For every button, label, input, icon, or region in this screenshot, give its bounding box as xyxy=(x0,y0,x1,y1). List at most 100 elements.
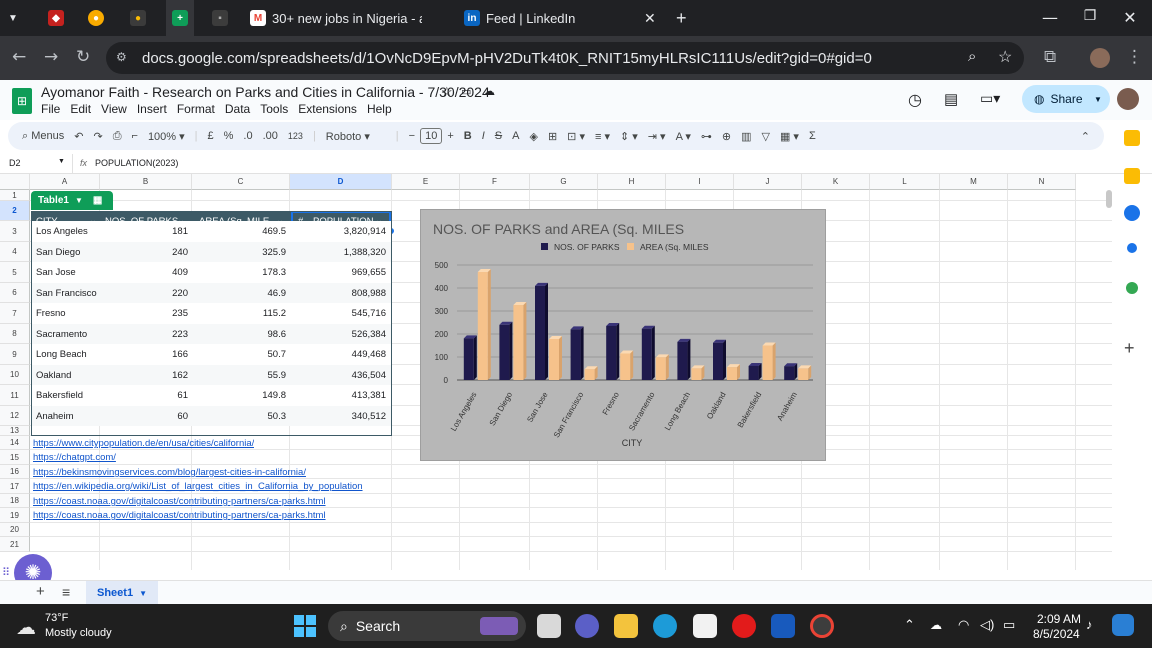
decrease-font-icon[interactable]: − xyxy=(404,130,420,142)
table-cell[interactable]: 50.7 xyxy=(192,349,287,360)
store-icon[interactable] xyxy=(693,614,717,638)
table-cell[interactable]: 162 xyxy=(100,370,188,381)
wrap-icon[interactable]: ⇥ ▾ xyxy=(643,130,671,143)
comment-icon[interactable]: ▤ xyxy=(944,90,958,108)
row-header-2[interactable]: 2 xyxy=(0,201,30,221)
table-cell[interactable]: 969,655 xyxy=(290,267,386,278)
more-formats-button[interactable]: 123 xyxy=(283,131,308,141)
column-header-i[interactable]: I xyxy=(666,174,734,190)
row-header-9[interactable]: 9 xyxy=(0,344,30,365)
bold-button[interactable]: B xyxy=(459,130,477,142)
account-avatar[interactable] xyxy=(1117,88,1139,110)
history-icon[interactable]: ◷ xyxy=(908,90,922,110)
table-cell[interactable]: 60 xyxy=(100,411,188,422)
close-icon[interactable]: ✕ xyxy=(644,10,656,27)
windows-start-icon[interactable] xyxy=(294,615,316,637)
copilot-icon[interactable] xyxy=(1112,614,1134,636)
row-header-8[interactable]: 8 xyxy=(0,324,30,344)
tab-sheets-active[interactable]: + xyxy=(166,0,194,36)
table-cell[interactable]: 223 xyxy=(100,329,188,340)
table-cell[interactable]: 46.9 xyxy=(192,288,287,299)
row-header-20[interactable]: 20 xyxy=(0,523,30,537)
forward-icon[interactable]: → xyxy=(44,47,58,67)
pinned-tab-2[interactable]: ● xyxy=(88,0,104,36)
column-header-c[interactable]: C xyxy=(192,174,290,190)
valign-icon[interactable]: ⇕ ▾ xyxy=(615,130,643,143)
source-link[interactable]: https://en.wikipedia.org/wiki/List_of_la… xyxy=(33,481,363,492)
table-cell[interactable]: 166 xyxy=(100,349,188,360)
column-header-g[interactable]: G xyxy=(530,174,598,190)
zoom-select[interactable]: 100% ▾ xyxy=(143,130,190,143)
table-cell[interactable]: Anaheim xyxy=(36,411,74,422)
row-header-11[interactable]: 11 xyxy=(0,385,30,406)
chevron-down-icon[interactable]: ▼ xyxy=(1094,95,1102,104)
table-cell[interactable]: San Francisco xyxy=(36,288,97,299)
percent-button[interactable]: % xyxy=(219,130,239,142)
add-addon-icon[interactable]: + xyxy=(1124,338,1135,359)
all-sheets-icon[interactable]: ≡ xyxy=(62,584,70,600)
column-header-b[interactable]: B xyxy=(100,174,192,190)
taskbar-search[interactable]: ⌕ Search xyxy=(328,611,526,641)
keep-icon[interactable] xyxy=(1124,168,1140,184)
bookmark-star-icon[interactable]: ☆ xyxy=(998,47,1012,67)
row-header-5[interactable]: 5 xyxy=(0,262,30,283)
column-header-d[interactable]: D xyxy=(290,174,392,190)
increase-font-icon[interactable]: + xyxy=(442,130,458,142)
table-cell[interactable]: 178.3 xyxy=(192,267,286,278)
word-icon[interactable] xyxy=(771,614,795,638)
volume-icon[interactable]: ◁) xyxy=(980,617,994,633)
table-cell[interactable]: 340,512 xyxy=(290,411,386,422)
column-header-m[interactable]: M xyxy=(940,174,1008,190)
menu-format[interactable]: Format xyxy=(177,102,215,116)
collapse-toolbar-icon[interactable]: ⌃ xyxy=(1076,130,1104,143)
notification-bell-icon[interactable]: ♪ xyxy=(1086,617,1093,632)
row-header-14[interactable]: 14 xyxy=(0,436,30,450)
align-icon[interactable]: ≡ ▾ xyxy=(590,130,615,143)
table-cell[interactable]: Fresno xyxy=(36,308,66,319)
column-header-h[interactable]: H xyxy=(598,174,666,190)
back-icon[interactable]: ← xyxy=(12,47,26,67)
insert-chart-icon[interactable]: ▥ xyxy=(736,130,756,143)
table-cell[interactable]: Oakland xyxy=(36,370,71,381)
row-header-18[interactable]: 18 xyxy=(0,494,30,508)
more-icon[interactable]: ⋮ xyxy=(1126,47,1143,67)
currency-button[interactable]: £ xyxy=(203,130,219,142)
search-menus[interactable]: ⌕ Menus xyxy=(8,130,69,143)
formula-input[interactable]: POPULATION(2023) xyxy=(95,158,178,168)
table-cell[interactable]: 808,988 xyxy=(290,288,386,299)
column-header-k[interactable]: K xyxy=(802,174,870,190)
site-info-icon[interactable]: ⚙ xyxy=(116,50,127,64)
table-cell[interactable]: Bakersfield xyxy=(36,390,83,401)
row-header-4[interactable]: 4 xyxy=(0,242,30,262)
new-tab-button[interactable]: + xyxy=(676,0,687,36)
vertical-scrollbar[interactable] xyxy=(1106,190,1112,208)
pinned-tab-4[interactable]: ▪ xyxy=(212,0,228,36)
row-header-13[interactable]: 13 xyxy=(0,426,30,436)
column-header-j[interactable]: J xyxy=(734,174,802,190)
redo-icon[interactable]: ↷ xyxy=(88,130,107,143)
meet-icon[interactable]: ▭▾ xyxy=(980,90,1000,107)
table-cell[interactable]: 413,381 xyxy=(290,390,386,401)
table-cell[interactable]: 115.2 xyxy=(192,308,286,319)
row-header-7[interactable]: 7 xyxy=(0,303,30,324)
table-cell[interactable]: 61 xyxy=(100,390,188,401)
menu-insert[interactable]: Insert xyxy=(137,102,167,116)
filter-views-icon[interactable]: ▦ ▾ xyxy=(775,130,804,143)
select-all-corner[interactable] xyxy=(0,174,30,190)
row-header-12[interactable]: 12 xyxy=(0,406,30,426)
weather-text[interactable]: Mostly cloudy xyxy=(45,627,112,639)
calendar-icon[interactable] xyxy=(1124,130,1140,146)
table-cell[interactable]: 526,384 xyxy=(290,329,386,340)
insert-comment-icon[interactable]: ⊕ xyxy=(717,130,736,143)
filter-icon[interactable]: ▽ xyxy=(757,130,775,143)
table-cell[interactable]: 409 xyxy=(100,267,188,278)
tab-gmail[interactable]: M 30+ new jobs in Nigeria - ayom xyxy=(250,0,450,36)
table-cell[interactable]: 449,468 xyxy=(290,349,386,360)
merge-icon[interactable]: ⊡ ▾ xyxy=(562,130,590,143)
tray-chevron-icon[interactable]: ⌃ xyxy=(904,617,915,633)
drag-handle-icon[interactable]: ⠿ xyxy=(2,566,10,579)
battery-icon[interactable]: ▭ xyxy=(1003,617,1015,633)
column-header-f[interactable]: F xyxy=(460,174,530,190)
table-cell[interactable]: 235 xyxy=(100,308,188,319)
spreadsheet-grid[interactable]: ABCDEFGHIJKLMN 1 2 3 4 5 6 7 8 9 10 11 12 13 14 15 16 17… xyxy=(0,174,1112,570)
